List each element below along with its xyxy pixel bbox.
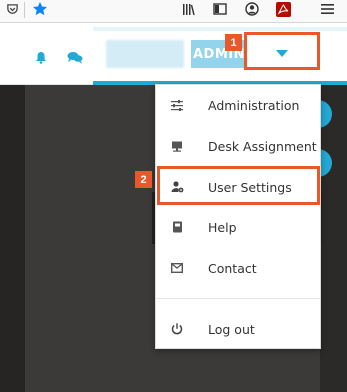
app-header: ADMIN: [0, 23, 347, 85]
page-background-right: [320, 85, 347, 392]
hamburger-menu-icon[interactable]: [319, 0, 335, 18]
sidebar-icon[interactable]: [212, 0, 228, 18]
bookmark-star-icon[interactable]: [31, 0, 49, 18]
menu-item-help[interactable]: Help: [156, 207, 320, 247]
user-menu-toggle-button[interactable]: [244, 32, 320, 70]
menu-divider: [156, 298, 320, 299]
annotation-marker-1: 1: [225, 34, 242, 51]
pdf-icon[interactable]: [275, 0, 291, 18]
user-gear-icon: [170, 180, 184, 194]
power-icon: [170, 322, 184, 336]
book-icon: [170, 220, 184, 234]
chevron-down-icon: [276, 42, 288, 61]
envelope-icon: [170, 261, 184, 275]
toolbar-separator: [24, 2, 25, 18]
user-dropdown-menu: Administration Desk Assignment User Sett…: [155, 84, 321, 349]
menu-item-log-out[interactable]: Log out: [156, 309, 320, 349]
menu-item-contact[interactable]: Contact: [156, 248, 320, 288]
bell-icon[interactable]: [35, 49, 47, 68]
account-icon[interactable]: [244, 0, 260, 18]
menu-item-label: Desk Assignment: [208, 138, 317, 154]
browser-toolbar: [0, 0, 347, 23]
library-icon[interactable]: [181, 0, 197, 18]
menu-item-administration[interactable]: Administration: [156, 85, 320, 125]
menu-item-desk-assignment[interactable]: Desk Assignment: [156, 126, 320, 166]
menu-item-label: Log out: [208, 321, 255, 337]
menu-item-label: Help: [208, 219, 237, 235]
header-user-area-background: [93, 27, 347, 31]
page-background-left: [0, 85, 25, 392]
sliders-icon: [170, 98, 184, 112]
menu-item-label: Administration: [208, 97, 300, 113]
username-blurred[interactable]: [106, 40, 184, 68]
menu-item-label: Contact: [208, 260, 257, 276]
monitor-icon: [170, 139, 184, 153]
menu-item-label: User Settings: [208, 179, 292, 195]
menu-item-user-settings[interactable]: User Settings: [156, 167, 320, 207]
annotation-marker-2: 2: [135, 171, 152, 188]
chat-icon[interactable]: [67, 49, 83, 68]
pocket-icon[interactable]: [4, 0, 20, 18]
